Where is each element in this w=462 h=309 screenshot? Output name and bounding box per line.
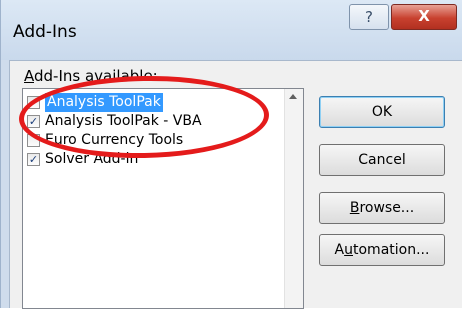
add-ins-listbox[interactable]: ✓ Analysis ToolPak ✓ Analysis ToolPak - …: [22, 88, 304, 309]
checkmark-icon: ✓: [28, 115, 39, 128]
list-item-label: Analysis ToolPak - VBA: [45, 113, 202, 129]
list-item-analysis-toolpak-vba[interactable]: ✓ Analysis ToolPak - VBA: [25, 112, 277, 131]
checkbox-euro-currency-tools[interactable]: [27, 134, 40, 147]
question-mark-icon: ?: [365, 8, 373, 26]
close-icon: X: [418, 7, 430, 25]
browse-button[interactable]: Browse...: [319, 192, 445, 224]
cancel-button[interactable]: Cancel: [319, 144, 445, 176]
checkbox-solver-add-in[interactable]: ✓: [27, 153, 40, 166]
browse-button-label: Browse...: [350, 200, 414, 216]
cancel-button-label: Cancel: [358, 152, 406, 168]
list-item-analysis-toolpak[interactable]: ✓ Analysis ToolPak: [25, 93, 277, 112]
ok-button[interactable]: OK: [319, 96, 445, 128]
close-button[interactable]: X: [391, 4, 457, 30]
checkmark-icon: ✓: [28, 96, 39, 109]
checkbox-analysis-toolpak-vba[interactable]: ✓: [27, 115, 40, 128]
add-ins-dialog: Add-Ins ? X Add-Ins available: ✓ Analysi…: [0, 0, 462, 309]
list-item-solver-add-in[interactable]: ✓ Solver Add-in: [25, 150, 277, 169]
label-rest: dd-Ins available:: [34, 67, 158, 85]
list-item-euro-currency-tools[interactable]: Euro Currency Tools: [25, 131, 277, 150]
vertical-scrollbar[interactable]: [284, 89, 303, 308]
checkbox-analysis-toolpak[interactable]: ✓: [27, 96, 40, 109]
list-item-label: Analysis ToolPak: [45, 93, 163, 112]
dialog-body: Add-Ins available: ✓ Analysis ToolPak ✓ …: [9, 60, 462, 309]
add-ins-available-label: Add-Ins available:: [24, 67, 158, 85]
browse-rest: rowse...: [359, 200, 415, 216]
automation-mnemonic: u: [344, 242, 353, 258]
automation-rest: tomation...: [353, 242, 430, 258]
automation-pre: A: [334, 242, 345, 258]
checkmark-icon: ✓: [28, 153, 39, 166]
list-item-label: Euro Currency Tools: [45, 132, 184, 148]
list-item-label: Solver Add-in: [45, 151, 139, 167]
help-button[interactable]: ?: [349, 4, 389, 30]
automation-button-label: Automation...: [335, 242, 430, 258]
scroll-up-arrow-icon[interactable]: [289, 94, 297, 99]
automation-button[interactable]: Automation...: [319, 234, 445, 266]
ok-button-label: OK: [371, 104, 393, 120]
title-bar[interactable]: Add-Ins ? X: [1, 0, 462, 60]
browse-mnemonic: B: [349, 200, 360, 216]
label-mnemonic: A: [24, 67, 34, 85]
dialog-title: Add-Ins: [13, 22, 77, 42]
